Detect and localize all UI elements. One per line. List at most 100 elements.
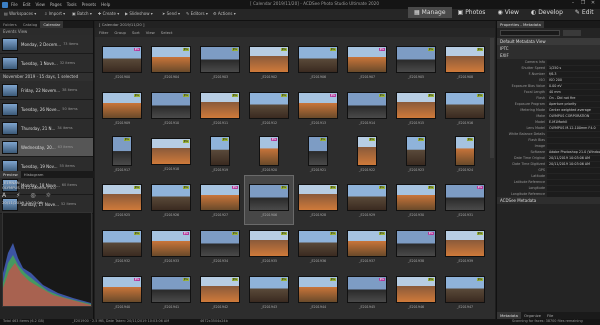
thumbnail-item[interactable]: JPG _E201930 [392,176,440,224]
thumbnail-item[interactable]: JPG _E201905 [392,38,440,86]
thumbnail-item[interactable]: JPG _E201943 [245,268,293,316]
close-button[interactable]: ✕ [588,0,598,6]
thumbnail-item[interactable]: JPG _E201925 [98,176,146,224]
thumbnail-item[interactable]: JPG _E201928 [294,176,342,224]
calendar-day[interactable]: Monday, 2 Decem... 73 items [0,35,93,54]
thumbnail-item[interactable]: JPG _E201945 [343,268,391,316]
metadata-value[interactable] [547,173,600,179]
actions-button[interactable]: ⚙ Actions ▾ [213,11,236,16]
tab-organize[interactable]: Organize [521,312,544,319]
metadata-value[interactable]: On - Did not fire [547,95,600,101]
apply-button[interactable] [563,30,581,36]
thumbnail-item[interactable]: JPG _E201919 [196,130,244,178]
workspaces-button[interactable]: ▤ Workspaces ▾ [4,11,36,16]
calendar-day[interactable]: Wednesday, 20... 63 items [0,138,93,157]
editors-button[interactable]: ✎ Editors ▾ [186,11,208,16]
thumbnail-item[interactable]: JPG _E201913 [294,84,342,132]
metadata-value[interactable]: 0.00 eV [547,83,600,89]
mode-photos[interactable]: ▣ Photos [452,7,492,18]
thumbnail-item[interactable]: JPG _E201909 [98,84,146,132]
import-button[interactable]: ⇩ Import ▾ [44,11,65,16]
thumbnail-item[interactable]: JPG _E201931 [441,176,489,224]
thumbnail-item[interactable]: JPG _E201912 [245,84,293,132]
thumbnail-item[interactable]: JPG _E201914 [343,84,391,132]
sort-menu[interactable]: Sort [132,30,140,35]
thumbnail-item[interactable]: JPG _E201918 [147,130,195,178]
thumbnail-item[interactable]: JPG _E201935 [245,222,293,270]
mode-manage[interactable]: ▦ Manage [408,7,452,18]
thumbnail-item[interactable]: JPG _E201900 [98,38,146,86]
menu-help[interactable]: Help [101,2,110,7]
metadata-view-select[interactable]: Default Metadata View [497,38,600,45]
menu-tools[interactable]: Tools [67,2,77,7]
metadata-value[interactable] [547,167,600,173]
filter-menu[interactable]: Filter [99,30,108,35]
menu-edit[interactable]: Edit [23,2,31,7]
batch-button[interactable]: ▣ Batch ▾ [72,11,92,16]
thumbnail-item[interactable]: JPG _E201937 [343,222,391,270]
metadata-value[interactable]: Center weighted average [547,107,600,113]
select-menu[interactable]: Select [161,30,173,35]
thumbnail-item[interactable]: JPG _E201940 [98,268,146,316]
thumbnail-item[interactable]: JPG _E201941 [147,268,195,316]
mode-view[interactable]: ◉ View [491,7,525,18]
tab-folders[interactable]: Folders [0,21,20,28]
thumbnail-item[interactable]: JPG _E201926 [147,176,195,224]
slideshow-button[interactable]: ▶ Slideshow ▾ [125,11,153,16]
view-menu[interactable]: View [146,30,155,35]
metadata-value[interactable]: ISO 200 [547,77,600,83]
grid-scrollbar[interactable] [490,38,494,158]
thumbnail-item[interactable]: JPG _E201902 [245,38,293,86]
thumbnail-item[interactable]: JPG _E201947 [441,268,489,316]
thumbnail-item[interactable]: JPG _E201916 [441,84,489,132]
thumbnail-item[interactable]: JPG _E201932 [98,222,146,270]
thumbnail-item[interactable]: JPG _E201924 [441,130,489,178]
thumbnail-item[interactable]: JPG _E201923 [392,130,440,178]
metadata-value[interactable] [547,143,600,149]
mode-edit[interactable]: ✎ Edit [569,7,600,18]
thumbnail-item[interactable]: JPG _E201927 [196,176,244,224]
tab-calendar[interactable]: Calendar [40,21,64,28]
tab-metadata[interactable]: Metadata [497,312,521,319]
metadata-value[interactable]: E-M1MarkII [547,119,600,125]
send-button[interactable]: ➤ Send ▾ [162,11,180,16]
calendar-day[interactable]: Thursday, 21 N... 34 items [0,119,93,138]
thumbnail-item[interactable]: JPG _E201934 [196,222,244,270]
thumbnail-item[interactable]: JPG _E201936 [294,222,342,270]
thumbnail-item[interactable]: JPG _E201938 [392,222,440,270]
maximize-button[interactable]: ❐ [578,0,588,6]
iptc-section[interactable]: IPTC [497,45,600,52]
metadata-value[interactable] [547,179,600,185]
calendar-day[interactable]: Tuesday, 26 Nove... 50 items [0,100,93,119]
metadata-value[interactable]: Aperture priority [547,101,600,107]
menu-pages[interactable]: Pages [50,2,62,7]
tab-properties[interactable]: Properties - Metadata [497,21,544,28]
group-menu[interactable]: Group [114,30,126,35]
menu-file[interactable]: File [11,2,18,7]
thumbnail-item[interactable]: JPG _E201911 [196,84,244,132]
minimize-button[interactable]: – [568,0,578,6]
metadata-value[interactable] [547,59,600,65]
metadata-value[interactable] [547,131,600,137]
thumbnail-item[interactable]: JPG _E201906 [244,175,294,225]
create-button[interactable]: ✚ Create ▾ [98,11,119,16]
tab-histogram[interactable]: Histogram [21,171,47,178]
metadata-value[interactable] [547,191,600,197]
tab-file[interactable]: File [544,312,556,319]
metadata-value[interactable]: 1/250 s [547,65,600,71]
acdsee-metadata-section[interactable]: ACDSee Metadata [497,197,600,204]
thumbnail-item[interactable]: JPG _E201904 [147,38,195,86]
metadata-preset-select[interactable] [500,30,560,36]
mode-develop[interactable]: ◐ Develop [525,7,569,18]
thumbnail-item[interactable]: JPG _E201906 [294,38,342,86]
metadata-value[interactable]: OLYMPUS M.12-100mm F4.0 [547,125,600,131]
thumbnail-item[interactable]: JPG _E201939 [441,222,489,270]
exif-section[interactable]: EXIF [497,52,600,59]
metadata-value[interactable]: 20/11/2019 10:03:06 AM [547,161,600,167]
calendar-view-selector[interactable]: Events View [0,28,93,35]
thumbnail-item[interactable]: JPG _E201944 [294,268,342,316]
metadata-value[interactable]: f/6.3 [547,71,600,77]
thumbnail-item[interactable]: JPG _E201942 [196,268,244,316]
calendar-day[interactable]: Friday, 22 Novem... 38 items [0,81,93,100]
thumbnail-item[interactable]: JPG _E201929 [343,176,391,224]
